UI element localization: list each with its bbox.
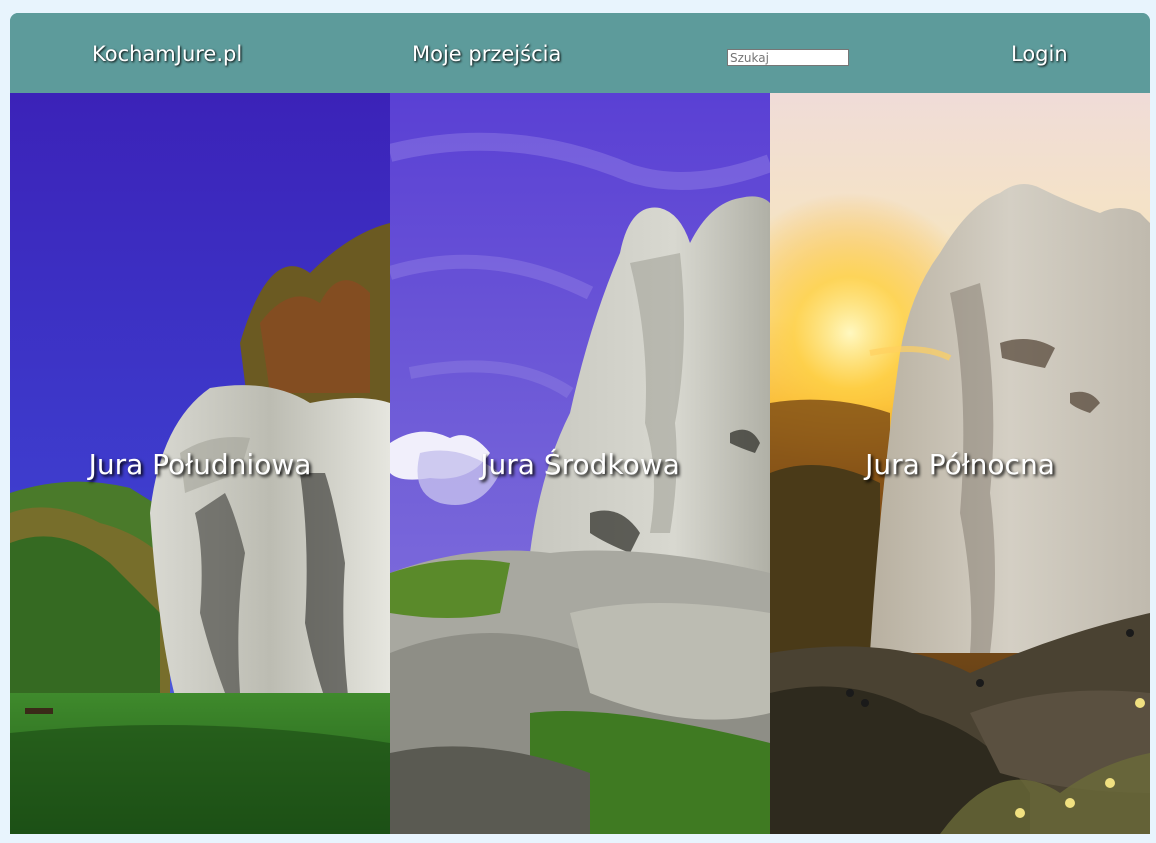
search-input[interactable] [727,49,849,66]
region-panels: Jura Południowa Jura Środkowa Jura Półno… [10,93,1150,834]
page-frame: KochamJure.pl Moje przejścia Login [10,13,1150,834]
region-label-north: Jura Północna [865,448,1055,481]
brand-link[interactable]: KochamJure.pl [92,40,242,68]
region-panel-north[interactable]: Jura Północna [770,93,1150,834]
region-label-south: Jura Południowa [88,448,312,481]
login-link[interactable]: Login [1011,40,1068,68]
region-panel-middle[interactable]: Jura Środkowa [390,93,770,834]
my-passes-link[interactable]: Moje przejścia [412,40,561,68]
region-panel-south[interactable]: Jura Południowa [10,93,390,834]
top-navbar: KochamJure.pl Moje przejścia Login [10,13,1150,93]
region-label-middle: Jura Środkowa [480,448,680,481]
